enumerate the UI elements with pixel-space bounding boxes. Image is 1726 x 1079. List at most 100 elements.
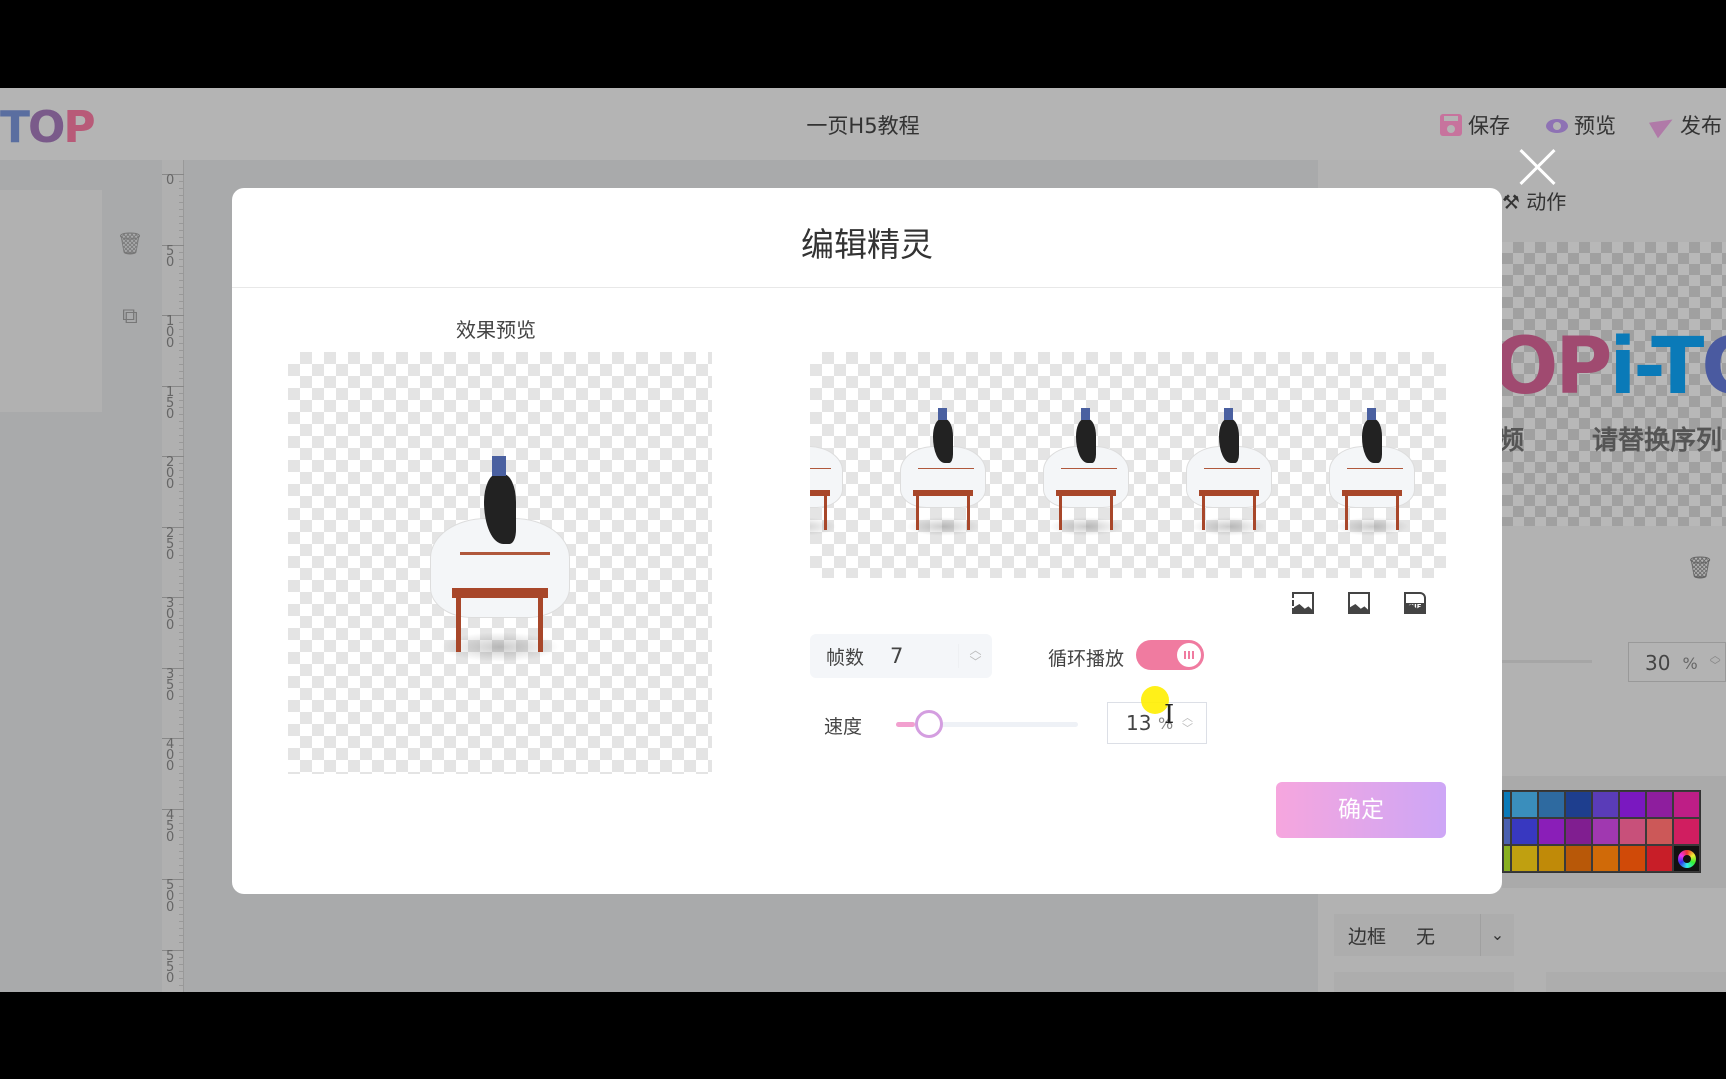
ruler-minor-tick — [179, 745, 183, 747]
ruler-minor-tick — [179, 914, 183, 916]
ruler-minor-tick — [179, 498, 183, 500]
sprite-leg — [1252, 494, 1256, 530]
frame-count-spinner[interactable]: ︿ ﹀ — [958, 644, 992, 668]
logo-part: O — [1701, 322, 1726, 412]
duplicate-icon[interactable]: ⧉ — [116, 304, 144, 334]
ruler-minor-tick — [179, 265, 183, 267]
image-icon[interactable] — [1348, 592, 1370, 614]
ruler-minor-tick — [179, 561, 183, 563]
logo-part: OP — [1502, 322, 1612, 412]
ruler-minor-tick — [179, 780, 183, 782]
color-swatch[interactable] — [1565, 791, 1592, 818]
tab-action[interactable]: ⚒ 动作 — [1502, 186, 1566, 215]
color-swatch[interactable] — [1511, 845, 1538, 872]
close-icon[interactable] — [1516, 146, 1558, 188]
trash-icon[interactable]: 🗑 — [116, 232, 144, 262]
ruler-minor-tick — [179, 477, 183, 479]
frame-count-value: 7 — [890, 644, 904, 668]
ruler-tick: 50 — [162, 244, 184, 269]
color-swatch[interactable] — [1592, 818, 1619, 845]
loop-toggle[interactable] — [1136, 640, 1204, 670]
property-field[interactable] — [1546, 972, 1726, 992]
color-swatch[interactable] — [1511, 818, 1538, 845]
ruler-minor-tick — [179, 963, 183, 965]
opacity-input[interactable]: 30 % ︿ ﹀ — [1628, 642, 1726, 682]
color-swatch[interactable] — [1619, 818, 1646, 845]
color-swatch[interactable] — [1511, 791, 1538, 818]
sprite-chair-top — [452, 588, 548, 598]
ruler-minor-tick — [179, 618, 183, 620]
opacity-value: 30 — [1645, 651, 1671, 675]
ruler-minor-tick — [179, 293, 183, 295]
page-thumbnail[interactable] — [0, 190, 102, 412]
ruler-minor-tick — [179, 406, 183, 408]
save-button[interactable]: 保存 — [1440, 110, 1510, 140]
color-swatch[interactable] — [1503, 818, 1511, 845]
color-swatch[interactable] — [1565, 845, 1592, 872]
ruler-minor-tick — [179, 766, 183, 768]
color-swatch[interactable] — [1503, 845, 1511, 872]
color-swatch[interactable] — [1646, 818, 1673, 845]
opacity-spinner[interactable]: ︿ ﹀ — [1710, 650, 1721, 673]
gif-icon[interactable]: GIF — [1404, 592, 1426, 614]
slice-image-icon[interactable] — [1292, 592, 1314, 614]
color-swatch[interactable] — [1592, 845, 1619, 872]
color-swatch[interactable] — [1538, 818, 1565, 845]
opacity-slider[interactable] — [1502, 660, 1592, 663]
trash-icon[interactable]: 🗑 — [1686, 556, 1714, 581]
ruler-minor-tick — [179, 223, 183, 225]
color-palette — [1502, 790, 1701, 873]
color-swatch[interactable] — [1538, 845, 1565, 872]
speed-spinner[interactable]: ︿ ﹀ — [1182, 712, 1193, 734]
color-swatch[interactable] — [1673, 791, 1700, 818]
ruler-minor-tick — [179, 258, 183, 260]
color-swatch[interactable] — [1592, 791, 1619, 818]
frame-count-label: 帧数 — [826, 646, 865, 669]
edit-sprite-dialog: 编辑精灵 效果预览 GIF 帧数 7 ︿ ﹀ 循环播放 速度 13 % ︿ ﹀ 确定 — [232, 188, 1502, 894]
text-cursor-icon: I — [1164, 700, 1175, 730]
ruler-minor-tick — [179, 364, 183, 366]
sprite-belt — [810, 467, 831, 470]
publish-button[interactable]: 发布 — [1648, 110, 1722, 140]
ruler-minor-tick — [179, 279, 183, 281]
ruler-minor-tick — [179, 794, 183, 796]
preview-button[interactable]: 预览 — [1546, 110, 1616, 140]
property-field[interactable] — [1334, 972, 1514, 992]
speed-slider-handle[interactable] — [914, 710, 943, 738]
color-swatch[interactable] — [1646, 791, 1673, 818]
sprite-leg — [1344, 494, 1348, 530]
ruler-minor-tick — [179, 836, 183, 838]
sprite-belt — [1061, 467, 1117, 470]
border-select[interactable]: 边框 无 ⌄ — [1334, 914, 1514, 956]
ruler-minor-tick — [179, 801, 183, 803]
ruler-minor-tick — [179, 329, 183, 331]
ruler-minor-tick — [179, 695, 183, 697]
ruler-minor-tick — [179, 357, 183, 359]
color-swatch[interactable] — [1646, 845, 1673, 872]
sprite-leg — [915, 494, 919, 530]
placeholder-subtitle: 请替换序列 — [1592, 426, 1723, 456]
color-swatch[interactable] — [1538, 791, 1565, 818]
speed-label: 速度 — [824, 716, 863, 738]
color-swatch[interactable] — [1619, 791, 1646, 818]
spin-down-icon[interactable]: ﹀ — [969, 655, 981, 669]
frame-count-input[interactable]: 帧数 7 ︿ ﹀ — [810, 634, 992, 678]
color-swatch[interactable] — [1673, 818, 1700, 845]
color-wheel-icon[interactable] — [1673, 845, 1700, 872]
ruler-minor-tick — [179, 886, 183, 888]
sprite-leg — [823, 494, 827, 530]
sprite-frame — [1173, 408, 1285, 538]
color-swatch[interactable] — [1619, 845, 1646, 872]
ruler-minor-tick — [179, 540, 183, 542]
ruler-minor-tick — [179, 907, 183, 909]
ruler-minor-tick — [179, 427, 183, 429]
ruler-minor-tick — [179, 681, 183, 683]
sprite-thumbnail[interactable]: OPi-TO 频 请替换序列 — [1502, 242, 1726, 526]
ruler-minor-tick — [179, 900, 183, 902]
confirm-button[interactable]: 确定 — [1276, 782, 1446, 838]
chevron-down-icon[interactable]: ⌄ — [1480, 914, 1514, 956]
opacity-unit: % — [1682, 654, 1698, 673]
color-swatch[interactable] — [1503, 791, 1511, 818]
ruler-minor-tick — [179, 336, 183, 338]
color-swatch[interactable] — [1565, 818, 1592, 845]
